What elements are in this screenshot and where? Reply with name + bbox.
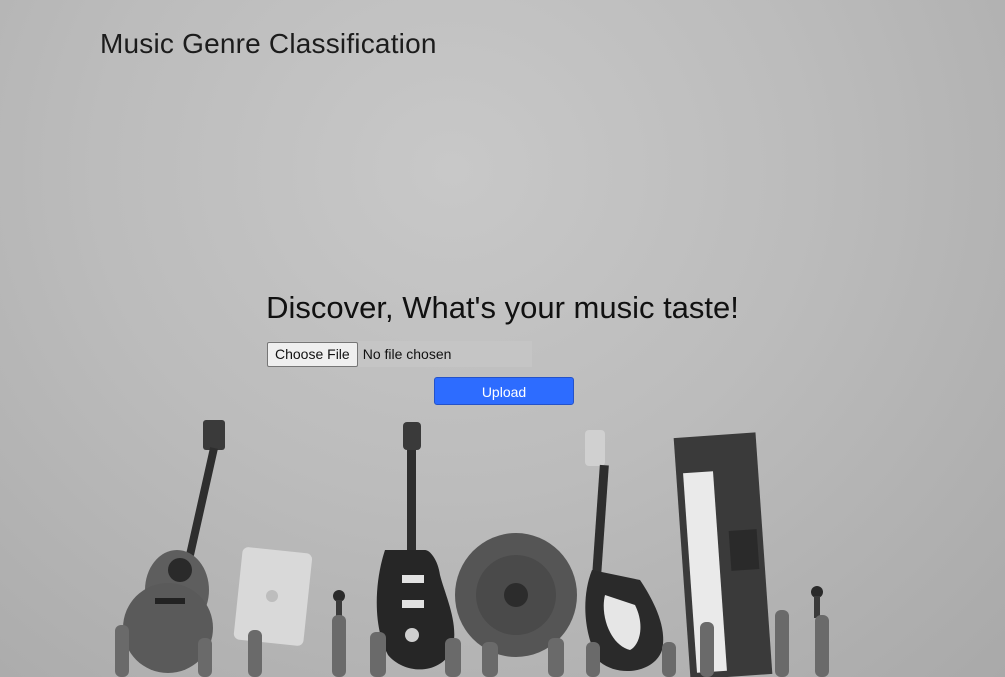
- upload-button[interactable]: Upload: [434, 377, 574, 405]
- instruments-background-image: [115, 420, 829, 677]
- tablet-icon: [233, 547, 313, 646]
- electric-guitar-icon: [376, 422, 455, 670]
- hero-heading: Discover, What's your music taste!: [266, 290, 739, 325]
- acoustic-guitar-icon: [123, 420, 225, 673]
- file-status-text: No file chosen: [362, 346, 452, 362]
- app-title: Music Genre Classification: [100, 28, 437, 59]
- file-picker[interactable]: Choose File No file chosen: [267, 341, 532, 367]
- choose-file-button[interactable]: Choose File: [267, 341, 358, 367]
- bass-guitar-icon: [585, 430, 664, 672]
- keyboard-icon: [673, 432, 773, 677]
- upload-form: Choose File No file chosen Upload: [267, 341, 577, 411]
